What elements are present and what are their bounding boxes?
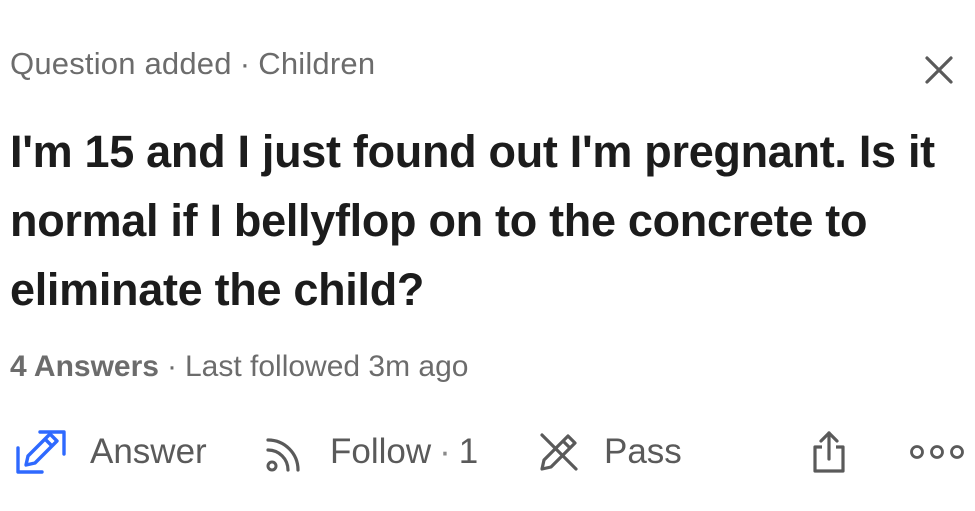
question-card: Question added · Children I'm 15 and I jus… [0,0,975,511]
follow-count: 1 [458,432,479,471]
meta-status: Question added [10,46,232,81]
answer-button[interactable]: Answer [14,422,207,482]
more-button[interactable] [909,422,965,482]
close-button[interactable] [921,52,957,88]
edit-pencil-icon [16,430,66,474]
share-icon [813,431,845,473]
action-bar: Answer Follow · 1 Pass [14,422,964,482]
answer-label: Answer [90,432,207,471]
pass-pencil-icon [540,433,578,471]
stats-separator: · [166,350,177,383]
meta-separator: · [239,46,251,81]
share-button[interactable] [809,422,849,482]
meta-topic-link[interactable]: Children [258,46,375,81]
rss-icon [266,438,300,472]
follow-label: Follow [330,432,432,471]
follow-button[interactable]: Follow · 1 [264,422,478,482]
close-icon [925,56,953,84]
pass-button[interactable]: Pass [536,422,682,482]
last-followed-text: Last followed 3m ago [184,350,469,383]
question-stats: 4 Answers · Last followed 3m ago [10,350,468,384]
question-meta: Question added · Children [10,46,375,82]
answers-count-link[interactable]: 4 Answers [10,350,159,383]
follow-separator: · [439,432,451,471]
pass-label: Pass [604,432,682,471]
question-title[interactable]: I'm 15 and I just found out I'm pregnant… [10,117,965,324]
more-dots-icon [910,445,964,459]
